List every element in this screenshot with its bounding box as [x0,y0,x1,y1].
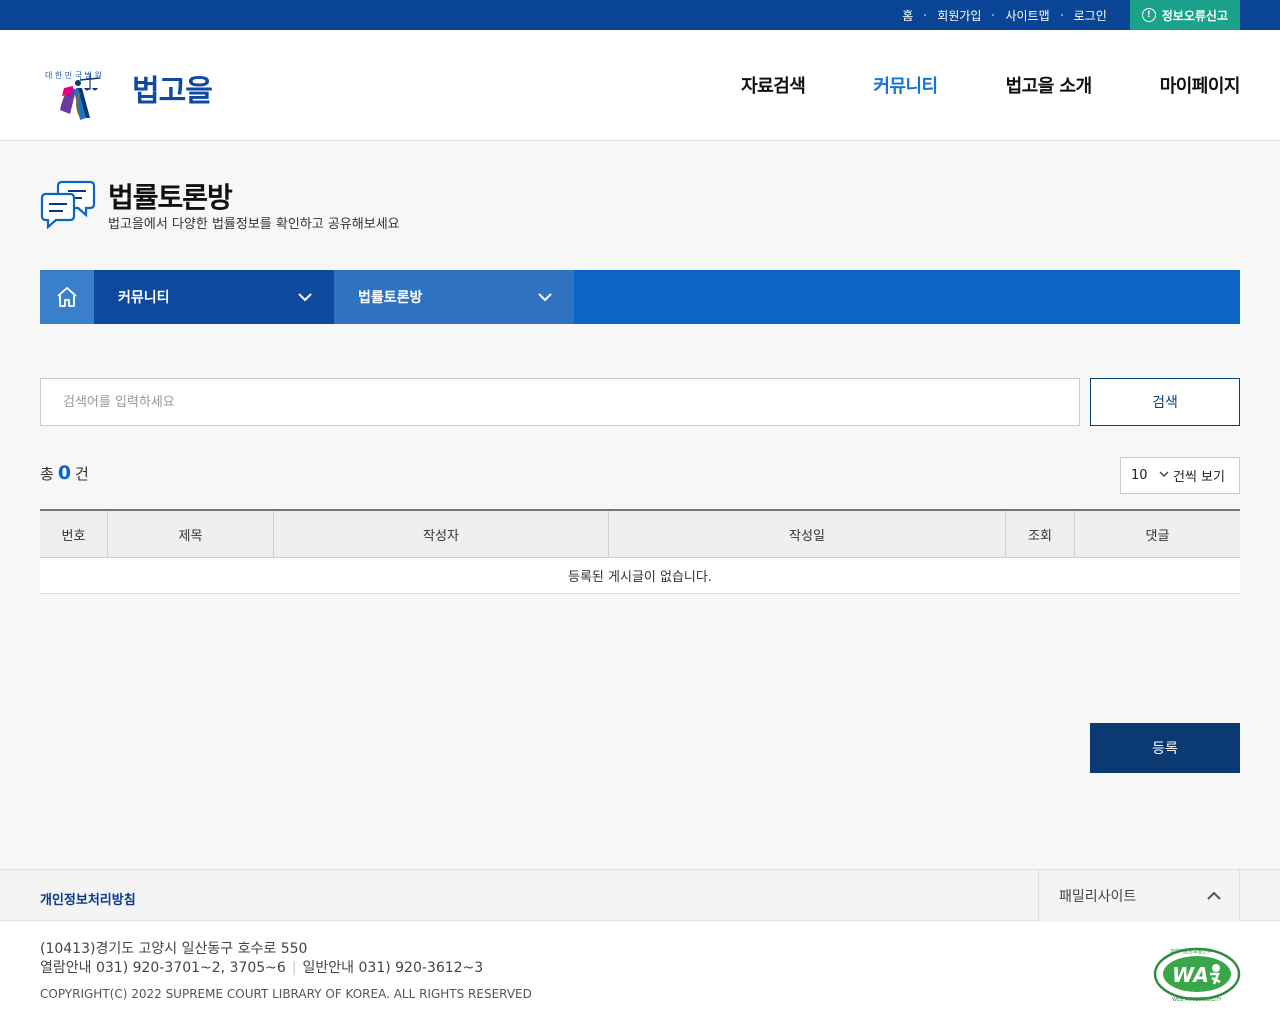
per-page-value: 10 [1131,468,1148,483]
utility-links: 홈 회원가입 사이트맵 로그인 ! 정보오류신고 [891,0,1240,30]
home-icon [57,286,77,307]
per-page-select[interactable]: 10 건씩 보기 [1120,457,1240,494]
location-select-level1[interactable]: 커뮤니티 [94,270,334,324]
column-header-views: 조회 [1006,511,1075,557]
phone-separator: | [291,960,297,976]
column-header-title: 제목 [108,511,274,557]
info-icon: ! [1141,8,1156,22]
column-header-comments: 댓글 [1145,528,1170,544]
family-site-select[interactable]: 패밀리사이트 [1038,870,1240,921]
chevron-down-icon [298,293,312,302]
column-header-author: 작성자 [274,511,609,557]
badge-ring-top: 과학기술정보통신부 [1170,948,1212,955]
site-header: 대 한 민 국 법 원 법고을 자료검색 커뮤니티 법고을 소개 마이페이지 [0,30,1280,141]
web-accessibility-badge-icon: WA 과학기술정보통신부 WEB ACCESSIBILITY [1153,947,1241,1003]
address-line: (10413)경기도 고양시 일산동구 호수로 550 [40,941,308,957]
court-emblem-icon: 대 한 민 국 법 원 [45,70,102,120]
empty-message: 등록된 게시글이 없습니다. [40,558,1240,594]
badge-wa-text: WA [1172,963,1209,987]
nav-item-community[interactable]: 커뮤니티 [873,72,938,98]
utility-bar: 홈 회원가입 사이트맵 로그인 ! 정보오류신고 [0,0,1280,30]
register-button[interactable]: 등록 [1090,723,1240,773]
column-header-number: 번호 [40,511,108,557]
signup-link[interactable]: 회원가입 [926,7,992,24]
home-button[interactable] [40,270,94,324]
sitemap-link[interactable]: 사이트맵 [994,7,1060,24]
site-footer: (10413)경기도 고양시 일산동구 호수로 550 열람안내 031) 92… [0,922,1280,1024]
search-button[interactable]: 검색 [1090,378,1240,426]
total-prefix: 총 [40,465,54,483]
general-phone: 일반안내 031) 920-3612~3 [302,960,484,976]
error-report-label: 정보오류신고 [1161,8,1228,23]
family-site-label: 패밀리사이트 [1059,888,1137,905]
total-count: 총 0 건 [40,462,89,484]
location-level2-label: 법률토론방 [358,290,423,306]
page-subtitle: 법고을에서 다양한 법률정보를 확인하고 공유해보세요 [108,217,400,232]
footer-top-bar: 개인정보처리방침 패밀리사이트 [0,869,1280,921]
location-bar: 커뮤니티 법률토론방 [40,270,1240,324]
chevron-up-icon [1207,891,1221,900]
site-logo[interactable]: 대 한 민 국 법 원 법고을 [40,48,240,122]
nav-item-mypage[interactable]: 마이페이지 [1160,72,1241,98]
board-table: 번호 제목 작성자 작성일 조회 댓글 등록된 게시글이 없습니다. [40,509,1240,594]
table-header: 번호 제목 작성자 작성일 조회 댓글 [40,509,1240,558]
chevron-down-icon [1159,470,1169,481]
search-input[interactable] [40,378,1080,426]
nav-item-search[interactable]: 자료검색 [741,72,806,98]
badge-ring-bottom: WEB ACCESSIBILITY [1172,997,1223,1003]
footer-address: (10413)경기도 고양시 일산동구 호수로 550 열람안내 031) 92… [40,940,483,978]
location-level1-label: 커뮤니티 [118,290,170,306]
login-link[interactable]: 로그인 [1063,7,1118,24]
home-link[interactable]: 홈 [891,7,924,24]
per-page-label: 건씩 보기 [1173,470,1225,485]
logo-text: 법고을 [132,74,213,109]
chat-bubbles-icon [40,180,96,230]
chevron-down-icon [538,293,552,302]
phone-line: 열람안내 031) 920-3701~2, 3705~6 | 일반안내 031) 9… [40,959,483,978]
total-suffix: 건 [75,465,89,483]
total-number: 0 [57,462,72,484]
location-select-level2[interactable]: 법률토론방 [334,270,574,324]
column-header-date: 작성일 [609,511,1006,557]
page-title: 법률토론방 [108,181,233,214]
reading-phone: 열람안내 031) 920-3701~2, 3705~6 [40,960,286,976]
privacy-policy-link[interactable]: 개인정보처리방침 [40,889,136,908]
error-report-button[interactable]: ! 정보오류신고 [1129,0,1240,30]
copyright: COPYRIGHT(C) 2022 SUPREME COURT LIBRARY … [40,987,532,1001]
nav-item-about[interactable]: 법고을 소개 [1006,72,1093,98]
main-navigation: 자료검색 커뮤니티 법고을 소개 마이페이지 [673,30,1240,140]
